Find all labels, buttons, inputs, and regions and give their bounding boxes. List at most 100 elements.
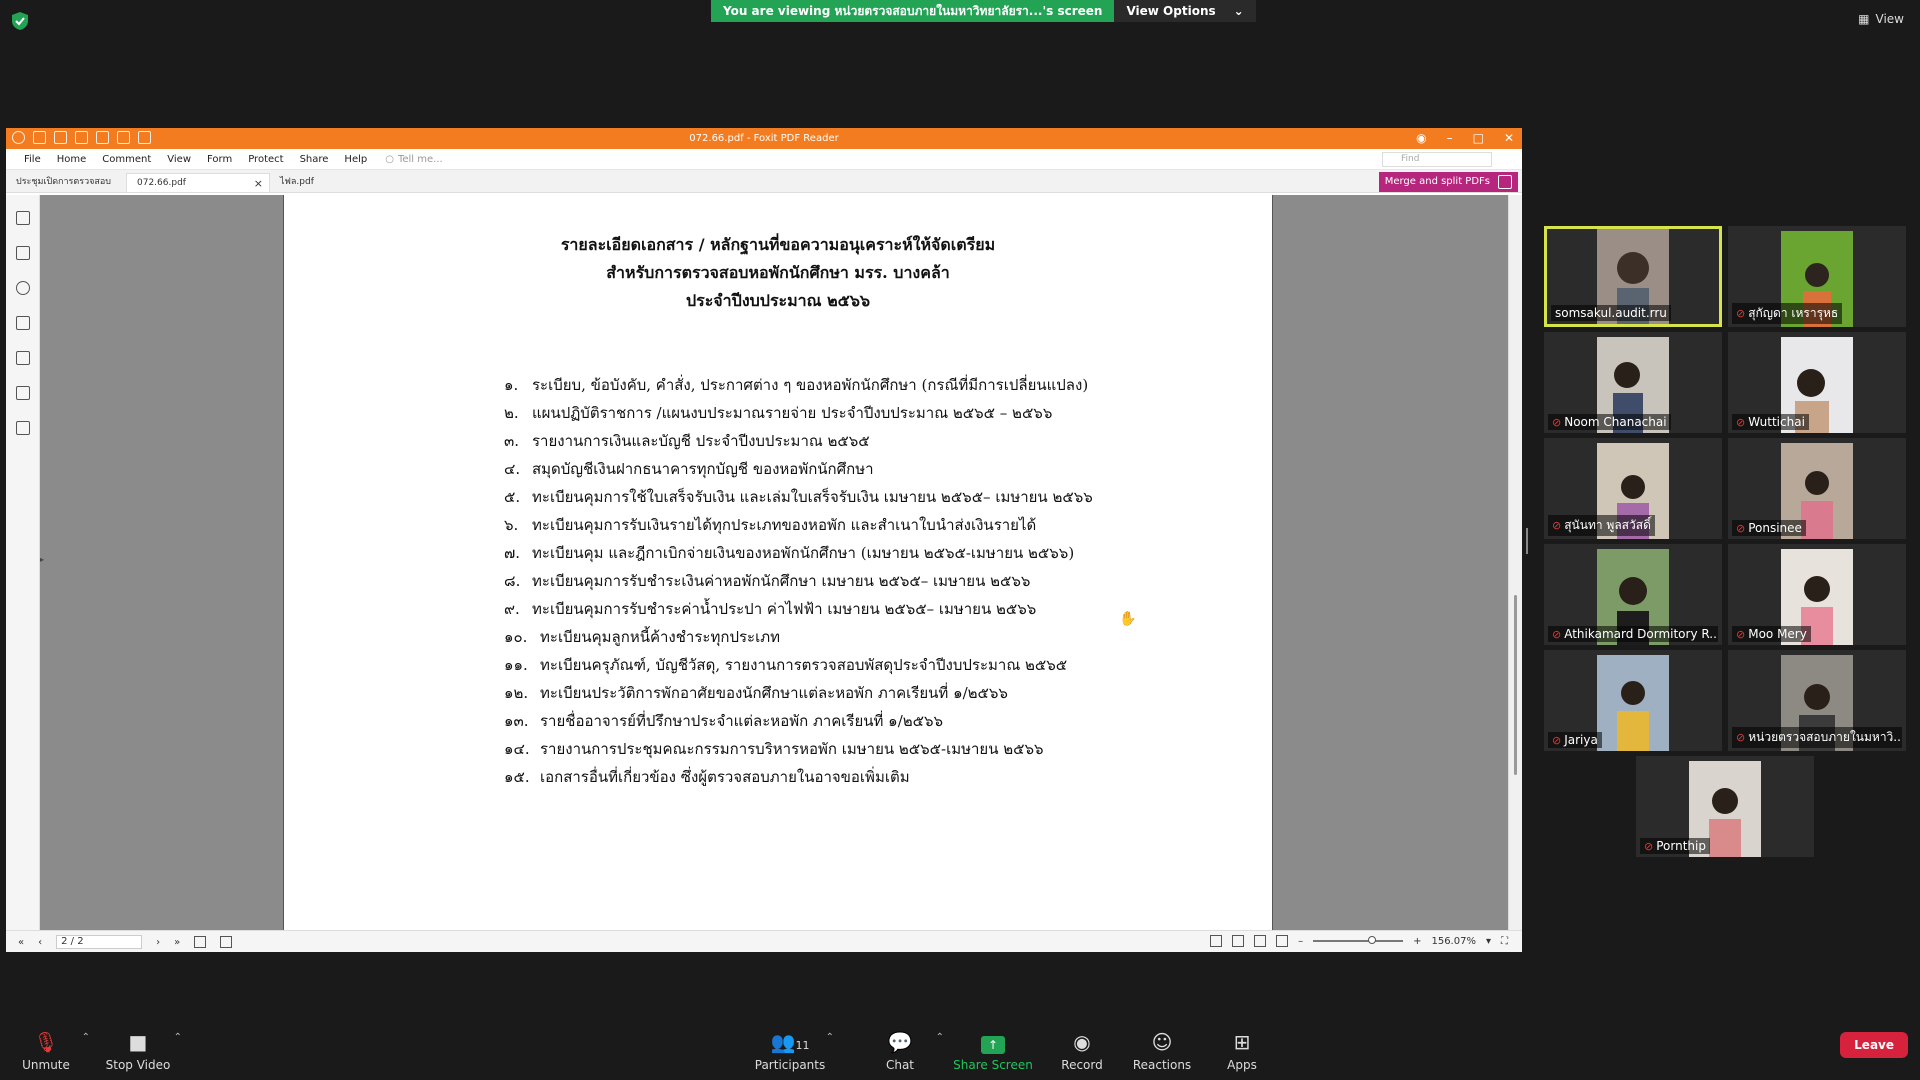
bookmark-icon[interactable] (15, 211, 30, 225)
paste-page-icon[interactable] (220, 936, 233, 948)
find-input[interactable]: Find (1382, 152, 1492, 167)
fullscreen-icon[interactable]: ⛶ (1501, 936, 1508, 947)
expand-panel-icon[interactable]: ▸ (40, 555, 44, 564)
splitter-handle[interactable] (1526, 528, 1528, 554)
security-icon[interactable] (15, 386, 30, 400)
first-page-icon[interactable]: « (18, 937, 24, 948)
copy-page-icon[interactable] (194, 936, 207, 948)
participant-tile[interactable]: ⊘ Noom Chanachai (1544, 332, 1722, 433)
tab-document-3[interactable]: ไฟล.pdf (270, 173, 390, 192)
participants-button[interactable]: 👥11 Participants ⌃ (750, 1030, 834, 1072)
participant-name: ⊘ สุนันทา พูลสวัสดิ์ (1548, 515, 1655, 536)
list-item: ๓. รายงานการเงินและบัญชี ประจำปีงบประมาณ … (504, 432, 870, 450)
zoom-dropdown-icon[interactable]: ▾ (1486, 936, 1491, 947)
participant-tile[interactable]: ⊘ Ponsinee (1728, 438, 1906, 539)
menu-file[interactable]: File (16, 154, 49, 165)
tell-me-search[interactable]: ○ Tell me... (385, 154, 442, 165)
participant-tile[interactable]: ⊘ หน่วยตรวจสอบภายในมหาวิ... (1728, 650, 1906, 751)
share-screen-button[interactable]: ↑ Share Screen (953, 1030, 1033, 1072)
chevron-up-icon[interactable]: ⌃ (82, 1032, 90, 1043)
leave-button[interactable]: Leave (1840, 1032, 1908, 1058)
reactions-button[interactable]: ☺ Reactions (1122, 1030, 1202, 1072)
merge-split-pdfs-button[interactable]: Merge and split PDFs (1378, 172, 1518, 192)
menu-help[interactable]: Help (336, 154, 375, 165)
facing-page-icon[interactable] (1254, 935, 1267, 947)
list-item: ๕. ทะเบียนคุมการใช้ใบเสร็จรับเงิน และเล่ม… (504, 488, 1093, 506)
menu-view[interactable]: View (159, 154, 199, 165)
chat-button[interactable]: 💬 Chat ⌃ (860, 1030, 944, 1072)
chevron-up-icon[interactable]: ⌃ (174, 1032, 182, 1043)
lightbulb-icon: ○ (385, 153, 394, 165)
continuous-page-icon[interactable] (1232, 935, 1245, 947)
zoom-slider-knob[interactable] (1368, 936, 1377, 944)
list-item: ๑๑. ทะเบียนครุภัณฑ์, บัญชีวัสดุ, รายงานกา… (504, 656, 1068, 674)
menu-home[interactable]: Home (49, 154, 95, 165)
participant-tile[interactable]: ⊘ Athikamard Dormitory R... (1544, 544, 1722, 645)
list-item: ๑๐. ทะเบียนคุมลูกหนี้ค้างชำระทุกประเภท (504, 628, 780, 646)
muted-mic-icon: ⊘ (1552, 415, 1562, 429)
chevron-down-icon: ⌄ (1233, 4, 1244, 18)
comments-icon[interactable] (15, 281, 30, 295)
participant-video (1597, 655, 1669, 751)
menu-bar: File Home Comment View Form Protect Shar… (6, 149, 1522, 170)
chevron-up-icon[interactable]: ⌃ (936, 1032, 944, 1043)
minimize-button[interactable]: – (1447, 128, 1453, 149)
navigation-panel: ▸ (6, 195, 44, 930)
muted-mic-icon: ⊘ (1736, 731, 1746, 744)
viewing-banner: You are viewing หน่วยตรวจสอบภายในมหาวิทย… (711, 0, 1256, 22)
participant-tile[interactable]: ⊘ Jariya (1544, 650, 1722, 751)
chat-icon: 💬 (887, 1030, 913, 1054)
menu-comment[interactable]: Comment (94, 154, 159, 165)
layers-icon[interactable] (15, 316, 30, 330)
menu-share[interactable]: Share (292, 154, 337, 165)
next-page-icon[interactable]: › (156, 937, 160, 948)
stop-video-button[interactable]: ■ Stop Video ⌃ (98, 1030, 182, 1072)
participant-tile[interactable]: ⊘ Pornthip (1636, 756, 1814, 857)
participant-tile[interactable]: somsakul.audit.rru (1544, 226, 1722, 327)
record-icon: ◉ (1073, 1030, 1091, 1054)
participant-tile[interactable]: ⊘ สุนันทา พูลสวัสดิ์ (1544, 438, 1722, 539)
video-camera-icon: ■ (128, 1030, 148, 1054)
single-page-icon[interactable] (1210, 935, 1223, 947)
last-page-icon[interactable]: » (174, 937, 180, 948)
menu-protect[interactable]: Protect (240, 154, 291, 165)
continuous-facing-icon[interactable] (1276, 935, 1289, 947)
zoom-level[interactable]: 156.07% (1431, 936, 1476, 947)
muted-mic-icon: ⊘ (1736, 627, 1746, 641)
maximize-button[interactable]: □ (1473, 128, 1484, 149)
pages-icon[interactable] (15, 246, 30, 260)
close-tab-icon[interactable]: × (254, 174, 263, 192)
scrollbar-thumb[interactable] (1514, 595, 1517, 775)
tab-document-1[interactable]: ประชุมเปิดการตรวจสอบ (6, 173, 126, 192)
zoom-slider[interactable] (1313, 936, 1404, 944)
account-icon[interactable]: ◉ (1416, 128, 1426, 149)
view-button[interactable]: ▦ View (1858, 12, 1904, 26)
participant-tile[interactable]: ⊘ สุกัญดา เหรารุหธ (1728, 226, 1906, 327)
menu-form[interactable]: Form (199, 154, 240, 165)
zoom-out-icon[interactable]: – (1298, 936, 1303, 947)
unmute-button[interactable]: 🎙 Unmute ⌃ (6, 1030, 90, 1072)
document-list: ๑. ระเบียบ, ข้อบังคับ, คำสั่ง, ประกาศต่าง… (504, 371, 1093, 791)
participant-tile[interactable]: ⊘ Wuttichai (1728, 332, 1906, 433)
list-item: ๑๒. ทะเบียนประวัติการพักอาศัยของนักศึกษาแ… (504, 684, 1008, 702)
attachment-icon[interactable] (15, 351, 30, 365)
vertical-scrollbar[interactable] (1508, 195, 1522, 930)
chevron-up-icon[interactable]: ⌃ (826, 1032, 834, 1043)
shield-icon[interactable] (12, 12, 28, 30)
record-button[interactable]: ◉ Record (1042, 1030, 1122, 1072)
window-title: 072.66.pdf - Foxit PDF Reader (689, 133, 839, 144)
zoom-in-icon[interactable]: + (1413, 936, 1421, 947)
previous-page-icon[interactable]: ‹ (38, 937, 42, 948)
signature-icon[interactable] (15, 421, 30, 435)
view-options-button[interactable]: View Options ⌄ (1114, 0, 1256, 22)
participant-tile[interactable]: ⊘ Moo Mery (1728, 544, 1906, 645)
page-number-input[interactable]: 2 / 2 (56, 935, 143, 949)
tab-document-2[interactable]: 072.66.pdf × (126, 173, 270, 192)
heading-line-3: ประจำปีงบประมาณ ๒๕๖๖ (685, 291, 871, 310)
close-button[interactable]: ✕ (1504, 128, 1514, 149)
foxit-window: 072.66.pdf - Foxit PDF Reader ◉ – □ ✕ Fi… (6, 128, 1522, 952)
list-item: ๑๓. รายชื่ออาจารย์ที่ปรึกษาประจำแต่ละหอพั… (504, 712, 944, 730)
apps-button[interactable]: ⊞ Apps (1202, 1030, 1282, 1072)
view-controls: – + 156.07% ▾ ⛶ (1210, 935, 1508, 947)
list-item: ๔. สมุดบัญชีเงินฝากธนาคารทุกบัญชี ของหอพั… (504, 460, 874, 478)
